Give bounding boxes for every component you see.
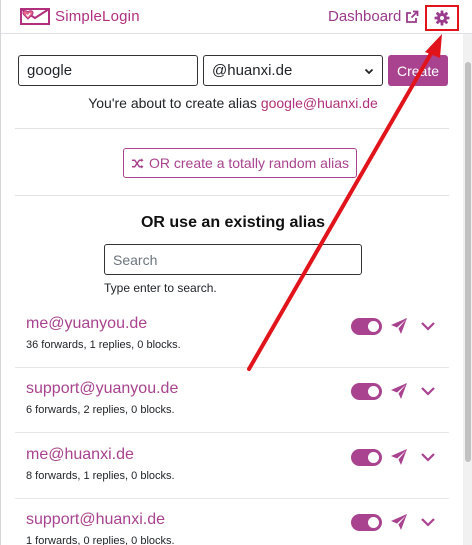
gear-icon <box>434 10 450 26</box>
divider <box>15 128 449 129</box>
alias-prefix-input[interactable] <box>18 55 198 86</box>
alias-enabled-toggle[interactable] <box>351 449 382 466</box>
chevron-down-icon[interactable] <box>420 320 436 332</box>
external-link-icon <box>406 10 419 23</box>
existing-alias-title: OR use an existing alias <box>140 214 326 231</box>
send-icon[interactable] <box>390 382 408 400</box>
alias-enabled-toggle[interactable] <box>351 318 382 335</box>
send-icon[interactable] <box>390 448 408 466</box>
divider <box>15 367 449 368</box>
alias-email[interactable]: me@yuanyou.de <box>26 315 147 333</box>
random-alias-label: OR create a totally random alias <box>149 155 349 171</box>
simplelogin-logo-icon <box>20 8 50 25</box>
logo-text: SimpleLogin <box>55 7 140 25</box>
alias-stats: 8 forwards, 1 replies, 0 blocks. <box>26 470 175 482</box>
alias-preview-value: google@huanxi.de <box>260 95 378 111</box>
divider <box>15 195 449 196</box>
alias-preview-prefix: You're about to create alias <box>88 95 261 111</box>
alias-enabled-toggle[interactable] <box>351 514 382 531</box>
alias-stats: 6 forwards, 2 replies, 0 blocks. <box>26 404 175 416</box>
create-button[interactable]: Create <box>388 55 448 86</box>
scrollbar-thumb[interactable] <box>465 62 471 462</box>
alias-email[interactable]: support@yuanyou.de <box>26 380 178 398</box>
alias-list-item: me@yuanyou.de 36 forwards, 1 replies, 0 … <box>1 315 463 375</box>
send-icon[interactable] <box>390 317 408 335</box>
header: SimpleLogin Dashboard <box>1 0 472 34</box>
alias-email[interactable]: support@huanxi.de <box>26 511 165 529</box>
send-icon[interactable] <box>390 513 408 531</box>
scrollbar[interactable] <box>463 34 472 545</box>
alias-suffix-select[interactable]: @huanxi.de <box>203 55 383 86</box>
search-input[interactable] <box>104 244 362 275</box>
alias-enabled-toggle[interactable] <box>351 383 382 400</box>
alias-preview-text: You're about to create alias google@huan… <box>1 95 465 111</box>
suffix-selected-value: @huanxi.de <box>212 62 293 79</box>
shuffle-icon <box>131 157 144 169</box>
alias-stats: 36 forwards, 1 replies, 0 blocks. <box>26 339 181 351</box>
dashboard-link[interactable]: Dashboard <box>328 8 419 25</box>
dashboard-label: Dashboard <box>328 8 402 25</box>
divider <box>15 498 449 499</box>
alias-list-item: support@huanxi.de 1 forwards, 0 replies,… <box>1 511 463 545</box>
popup-window: SimpleLogin Dashboard google @huanxi.de … <box>0 0 472 545</box>
divider <box>15 432 449 433</box>
caret-down-icon <box>364 68 374 74</box>
random-alias-button[interactable]: OR create a totally random alias <box>123 148 357 178</box>
alias-list-item: me@huanxi.de 8 forwards, 1 replies, 0 bl… <box>1 446 463 506</box>
alias-email[interactable]: me@huanxi.de <box>26 446 134 464</box>
logo[interactable]: SimpleLogin <box>19 6 140 26</box>
chevron-down-icon[interactable] <box>420 385 436 397</box>
alias-stats: 1 forwards, 0 replies, 0 blocks. <box>26 535 175 545</box>
settings-button[interactable] <box>425 5 459 31</box>
search-hint: Type enter to search. <box>104 281 217 295</box>
chevron-down-icon[interactable] <box>420 451 436 463</box>
alias-list-item: support@yuanyou.de 6 forwards, 2 replies… <box>1 380 463 440</box>
chevron-down-icon[interactable] <box>420 516 436 528</box>
